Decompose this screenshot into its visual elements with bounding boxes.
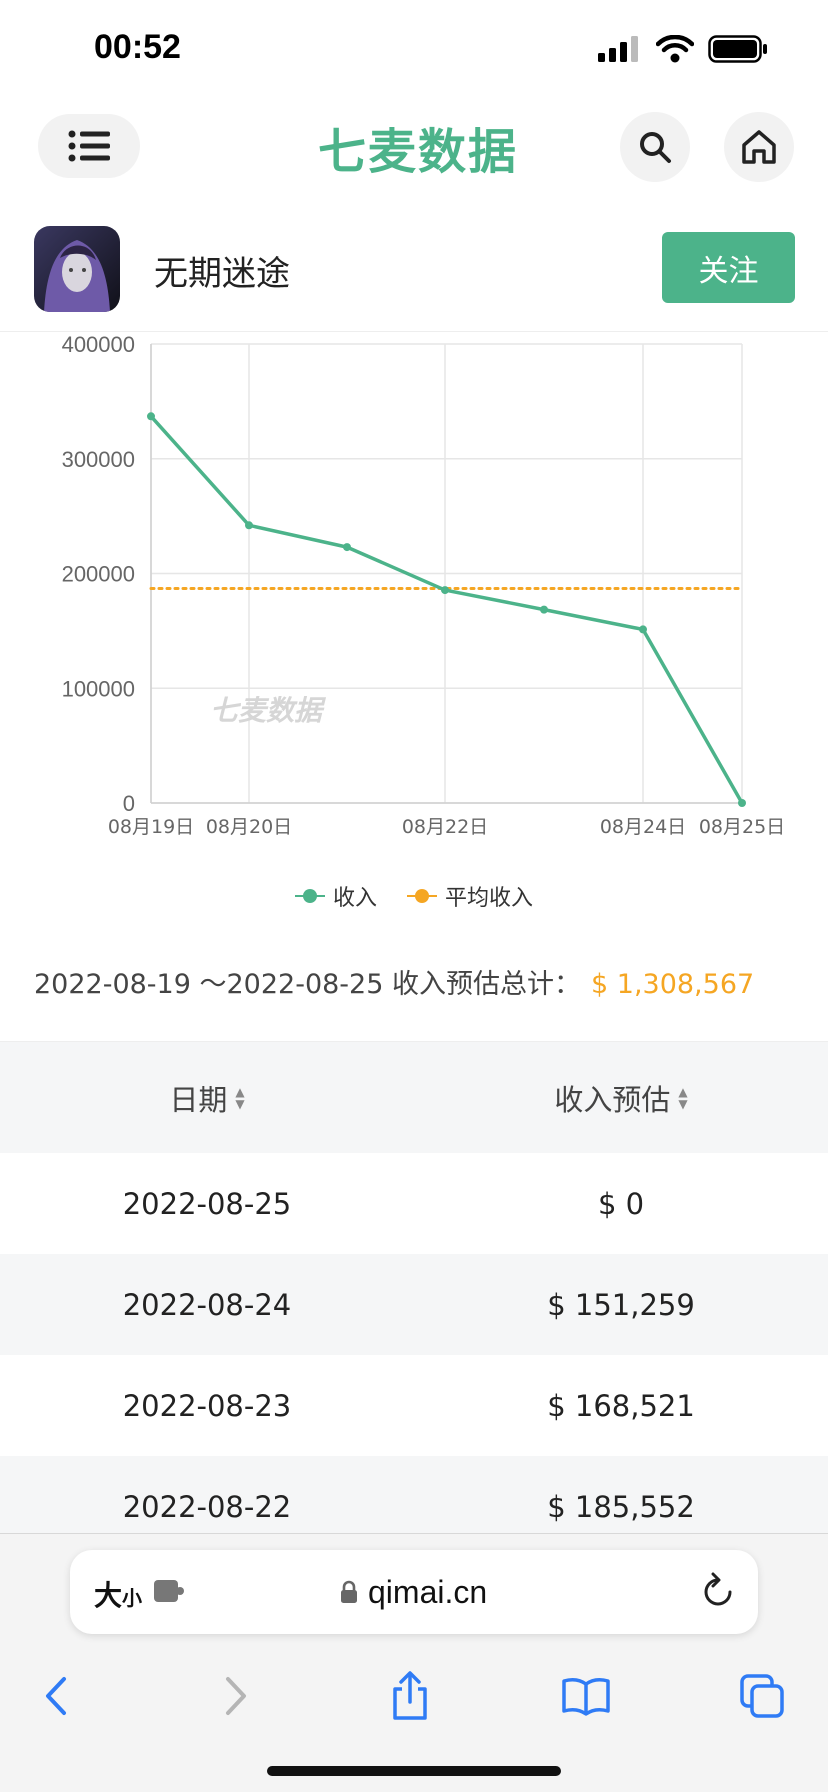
follow-button[interactable]: 关注 xyxy=(662,232,795,303)
x-tick-label: 08月20日 xyxy=(206,816,292,838)
status-bar: 00:52 xyxy=(0,0,828,92)
wifi-icon xyxy=(656,35,694,63)
url-text: qimai.cn xyxy=(368,1573,488,1610)
app-icon[interactable] xyxy=(34,226,120,312)
revenue-point xyxy=(245,521,253,530)
tabs-icon xyxy=(740,1674,784,1718)
y-tick-label: 200000 xyxy=(62,562,135,587)
address-bar[interactable]: 大小 qimai.cn xyxy=(70,1550,758,1634)
revenue-line xyxy=(149,415,744,804)
y-tick-label: 300000 xyxy=(62,447,135,472)
app-name: 无期迷途 xyxy=(154,254,290,294)
bookmarks-button[interactable] xyxy=(556,1666,616,1726)
revenue-point xyxy=(639,625,647,634)
legend-item-revenue[interactable]: 收入 xyxy=(294,880,377,912)
legend-label-revenue: 收入 xyxy=(332,886,377,911)
status-time: 00:52 xyxy=(94,28,181,66)
back-button[interactable] xyxy=(26,1666,86,1726)
reload-icon[interactable] xyxy=(700,1572,736,1610)
column-header-revenue-label: 收入预估 xyxy=(554,1082,671,1117)
text-size-button[interactable]: 大小 xyxy=(94,1574,142,1614)
table-row: 2022-08-24 $ 151,259 xyxy=(0,1254,828,1355)
browser-toolbar: 大小 qimai.cn xyxy=(0,1533,828,1792)
table-row: 2022-08-23 $ 168,521 xyxy=(0,1355,828,1456)
site-header: 七麦数据 xyxy=(0,92,828,204)
revenue-chart: 0 100000 200000 300000 400000 08月19日 08月20日 08月… xyxy=(0,332,828,932)
home-button[interactable] xyxy=(724,112,794,182)
revenue-table: 日期 ▲ ▼ 收入预估 ▲ ▼ 2022-08-25 $ 0 2022-08-24 … xyxy=(0,1041,828,1557)
chart-legend: 收入 平均收入 xyxy=(0,880,828,912)
column-header-revenue[interactable]: 收入预估 ▲ ▼ xyxy=(414,1042,828,1153)
menu-icon xyxy=(68,130,110,162)
signal-icon xyxy=(598,36,638,62)
app-info-row: 无期迷途 关注 xyxy=(0,204,828,332)
column-header-date[interactable]: 日期 ▲ ▼ xyxy=(0,1042,414,1153)
y-tick-label: 100000 xyxy=(62,676,135,701)
revenue-point xyxy=(343,543,351,552)
x-tick-label: 08月19日 xyxy=(108,816,194,838)
chart-watermark: 七麦数据 xyxy=(210,694,327,727)
cell-date: 2022-08-25 xyxy=(122,1186,292,1221)
summary-amount: $ 1,308,567 xyxy=(591,969,755,1000)
x-tick-label: 08月22日 xyxy=(402,816,488,838)
share-button[interactable] xyxy=(380,1666,440,1726)
lock-icon xyxy=(341,1580,357,1603)
text-size-small: 小 xyxy=(122,1586,143,1610)
x-tick-label: 08月24日 xyxy=(600,816,686,838)
table-header: 日期 ▲ ▼ 收入预估 ▲ ▼ xyxy=(0,1041,828,1153)
y-tick-label: 0 xyxy=(123,791,135,816)
legend-swatch-revenue xyxy=(294,889,325,903)
revenue-point xyxy=(738,799,746,807)
sort-icon: ▲ ▼ xyxy=(235,1084,245,1111)
revenue-point xyxy=(540,605,548,614)
revenue-summary: 2022-08-19 ～2022-08-25 收入预估总计： $ 1,308,56… xyxy=(34,962,754,1001)
browser-nav-row xyxy=(0,1650,828,1740)
column-header-date-label: 日期 xyxy=(169,1082,228,1117)
cell-date: 2022-08-24 xyxy=(122,1287,292,1322)
legend-label-average: 平均收入 xyxy=(445,886,534,911)
y-tick-label: 400000 xyxy=(62,332,135,357)
search-icon xyxy=(640,132,671,163)
url-display[interactable]: qimai.cn xyxy=(340,1570,487,1614)
revenue-point xyxy=(441,586,449,595)
status-icons xyxy=(598,34,768,64)
extension-icon[interactable] xyxy=(152,1576,186,1606)
back-icon xyxy=(46,1677,66,1715)
logo[interactable]: 七麦数据 xyxy=(318,112,518,182)
text-size-large: 大 xyxy=(94,1579,123,1612)
table-row: 2022-08-25 $ 0 xyxy=(0,1153,828,1254)
cell-revenue: $ 0 xyxy=(597,1186,645,1221)
book-icon xyxy=(562,1678,610,1716)
chart-svg: 0 100000 200000 300000 400000 08月19日 08月20日 08月… xyxy=(62,332,786,838)
summary-label: 2022-08-19 ～2022-08-25 收入预估总计： xyxy=(34,969,581,1000)
tabs-button[interactable] xyxy=(732,1666,792,1726)
menu-button[interactable] xyxy=(38,114,140,178)
cell-revenue: $ 168,521 xyxy=(547,1388,695,1423)
battery-icon xyxy=(708,35,767,63)
home-indicator xyxy=(267,1766,561,1776)
x-tick-label: 08月25日 xyxy=(699,816,785,838)
cell-revenue: $ 151,259 xyxy=(547,1287,695,1322)
logo-text: 七麦数据 xyxy=(318,124,519,180)
sort-icon: ▲ ▼ xyxy=(678,1084,688,1111)
legend-item-average[interactable]: 平均收入 xyxy=(407,880,533,912)
home-icon xyxy=(742,130,776,164)
legend-swatch-average xyxy=(407,889,437,903)
search-button[interactable] xyxy=(620,112,690,182)
revenue-point xyxy=(147,412,155,421)
cell-date: 2022-08-23 xyxy=(122,1388,292,1423)
forward-icon xyxy=(226,1677,246,1715)
forward-button[interactable] xyxy=(206,1666,266,1726)
share-icon xyxy=(393,1671,427,1720)
